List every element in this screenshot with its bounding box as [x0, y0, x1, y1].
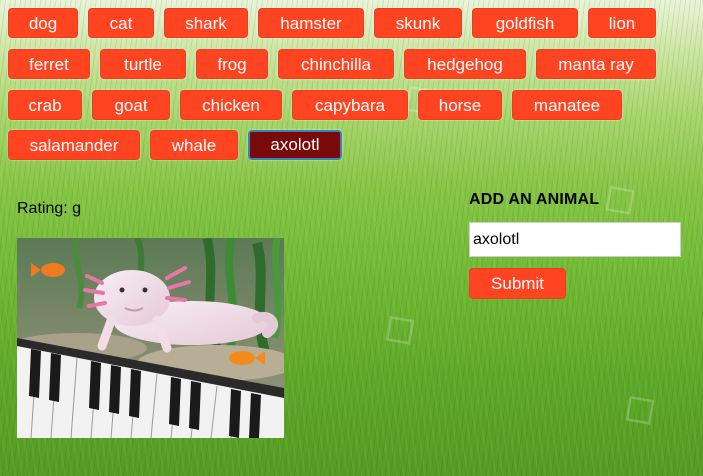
gif-rating: Rating: g [17, 200, 82, 217]
animal-button-chinchilla[interactable]: chinchilla [278, 49, 394, 79]
animal-gif [17, 238, 284, 438]
animal-button-skunk[interactable]: skunk [374, 8, 462, 38]
submit-button[interactable]: Submit [469, 268, 566, 299]
animal-button-cat[interactable]: cat [88, 8, 154, 38]
animal-button-lion[interactable]: lion [588, 8, 656, 38]
animal-button-shark[interactable]: shark [164, 8, 248, 38]
animal-button-goat[interactable]: goat [92, 90, 170, 120]
animal-button-whale[interactable]: whale [150, 130, 238, 160]
animal-button-crab[interactable]: crab [8, 90, 82, 120]
animal-button-axolotl[interactable]: axolotl [248, 130, 342, 160]
animal-button-manta-ray[interactable]: manta ray [536, 49, 656, 79]
animal-button-ferret[interactable]: ferret [8, 49, 90, 79]
animal-button-hedgehog[interactable]: hedgehog [404, 49, 526, 79]
animal-button-dog[interactable]: dog [8, 8, 78, 38]
animal-button-capybara[interactable]: capybara [292, 90, 408, 120]
animal-button-goldfish[interactable]: goldfish [472, 8, 578, 38]
add-animal-heading: ADD AN ANIMAL [469, 191, 600, 208]
animal-button-chicken[interactable]: chicken [180, 90, 282, 120]
axolotl-keyboard-illustration [17, 238, 284, 438]
animal-button-horse[interactable]: horse [418, 90, 502, 120]
animal-button-manatee[interactable]: manatee [512, 90, 622, 120]
animal-button-frog[interactable]: frog [196, 49, 268, 79]
animal-button-salamander[interactable]: salamander [8, 130, 140, 160]
add-animal-input[interactable] [469, 222, 681, 257]
background-watermark: ◇ [367, 294, 428, 360]
animal-button-hamster[interactable]: hamster [258, 8, 364, 38]
animal-button-turtle[interactable]: turtle [100, 49, 186, 79]
background-watermark: ◇ [607, 374, 668, 440]
